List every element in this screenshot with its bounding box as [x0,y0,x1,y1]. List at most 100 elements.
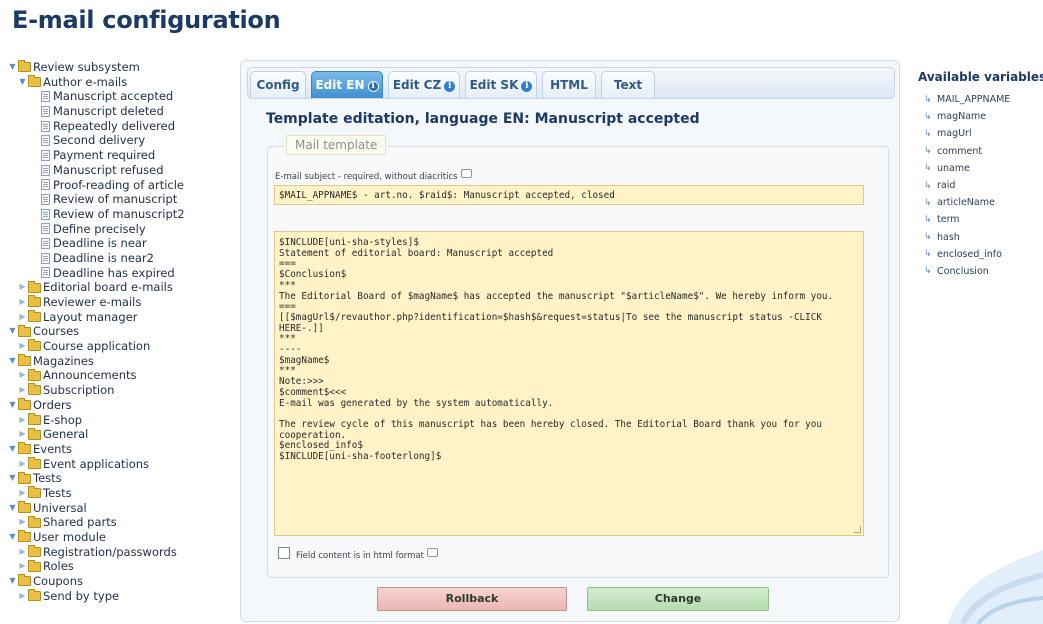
tab-html[interactable]: HTML [542,71,596,98]
variable-item[interactable]: ↳ comment [924,143,1010,160]
variable-item[interactable]: ↳ term [924,211,1010,228]
collapse-arrow-icon[interactable]: ▶ [18,457,27,472]
tree-item[interactable]: Payment required [8,148,238,163]
tree-folder[interactable]: ▼ Coupons [8,574,238,589]
expand-arrow-icon[interactable]: ▼ [8,60,17,75]
expand-arrow-icon[interactable]: ▼ [8,442,17,457]
collapse-arrow-icon[interactable]: ▶ [18,383,27,398]
variable-item[interactable]: ↳ magUrl [924,125,1010,142]
tab-edit-en[interactable]: Edit EN i [311,71,383,98]
variable-label: uname [937,162,970,174]
variable-item[interactable]: ↳ MAIL_APPNAME [924,91,1010,108]
tree-item[interactable]: Manuscript refused [8,163,238,178]
info-icon[interactable]: i [521,81,533,92]
tree-folder[interactable]: ▶ Subscription [8,383,238,398]
tab-edit-sk[interactable]: Edit SK i [465,71,537,98]
variable-item[interactable]: ↳ Conclusion [924,263,1010,280]
variable-icon: ↳ [924,180,932,191]
info-icon[interactable]: i [444,81,456,92]
tab-edit-cz[interactable]: Edit CZ i [388,71,460,98]
collapse-arrow-icon[interactable]: ▶ [18,280,27,295]
tree-folder[interactable]: ▼ Events [8,442,238,457]
tree-item[interactable]: Deadline is near [8,236,238,251]
collapse-arrow-icon[interactable]: ▶ [18,339,27,354]
collapse-arrow-icon[interactable]: ▶ [18,486,27,501]
tree-label: E-shop [43,412,83,427]
tab-config[interactable]: Config [250,71,306,98]
comment-icon[interactable] [426,548,438,557]
change-button[interactable]: Change [587,587,769,611]
tree-folder[interactable]: ▼ Author e-mails [8,75,238,90]
tree-folder[interactable]: ▶ Registration/passwords [8,545,238,560]
subject-input[interactable]: $MAIL_APPNAME$ - art.no. $raid$: Manuscr… [274,185,864,205]
collapse-arrow-icon[interactable]: ▶ [18,427,27,442]
variable-item[interactable]: ↳ hash [924,229,1010,246]
tree-item[interactable]: Define precisely [8,222,238,237]
collapse-arrow-icon[interactable]: ▶ [18,589,27,604]
expand-arrow-icon[interactable]: ▼ [18,75,27,90]
tree-folder[interactable]: ▶ E-shop [8,413,238,428]
tree-folder[interactable]: ▶ Tests [8,486,238,501]
tree-folder[interactable]: ▼ Magazines [8,354,238,369]
variable-item[interactable]: ↳ magName [924,108,1010,125]
tree-item[interactable]: Review of manuscript [8,192,238,207]
expand-arrow-icon[interactable]: ▼ [8,530,17,545]
tree-label: Deadline has expired [53,265,175,280]
tree-item[interactable]: Repeatedly delivered [8,119,238,134]
tree-folder[interactable]: ▼ Courses [8,324,238,339]
expand-arrow-icon[interactable]: ▼ [8,471,17,486]
expand-arrow-icon[interactable]: ▼ [8,501,17,516]
expand-arrow-icon[interactable]: ▼ [8,324,17,339]
collapse-arrow-icon[interactable]: ▶ [18,295,27,310]
variable-label: term [937,214,960,226]
variable-item[interactable]: ↳ uname [924,160,1010,177]
tree-folder[interactable]: ▶ Layout manager [8,310,238,325]
tree-folder[interactable]: ▶ Course application [8,339,238,354]
tree-item[interactable]: Second delivery [8,133,238,148]
expand-arrow-icon[interactable]: ▼ [8,574,17,589]
tree-folder[interactable]: ▶ Send by type [8,589,238,604]
tree-folder[interactable]: ▼ Review subsystem [8,60,238,75]
tree-folder[interactable]: ▼ User module [8,530,238,545]
mail-template-legend: Mail template [286,135,387,155]
tree-folder[interactable]: ▼ Universal [8,501,238,516]
resize-handle-icon[interactable] [854,526,861,533]
tree-item[interactable]: Deadline has expired [8,266,238,281]
tree-label: Announcements [43,368,137,383]
tree-item[interactable]: Proof-reading of article [8,178,238,193]
variable-item[interactable]: ↳ raid [924,177,1010,194]
tree-item[interactable]: Review of manuscript2 [8,207,238,222]
collapse-arrow-icon[interactable]: ▶ [18,545,27,560]
variable-item[interactable]: ↳ enclosed_info [924,246,1010,263]
body-textarea[interactable]: $INCLUDE[uni-sha-styles]$ Statement of e… [274,231,864,536]
tree-folder[interactable]: ▶ Editorial board e-mails [8,280,238,295]
folder-icon [28,486,41,499]
rollback-button[interactable]: Rollback [377,587,567,611]
variable-icon: ↳ [924,111,932,122]
tree-item[interactable]: Manuscript accepted [8,89,238,104]
collapse-arrow-icon[interactable]: ▶ [18,559,27,574]
html-format-checkbox[interactable] [278,547,290,559]
variable-item[interactable]: ↳ articleName [924,194,1010,211]
tab-text[interactable]: Text [601,71,655,98]
info-icon[interactable]: i [367,81,379,92]
comment-icon[interactable] [460,169,472,178]
collapse-arrow-icon[interactable]: ▶ [18,310,27,325]
expand-arrow-icon[interactable]: ▼ [8,398,17,413]
tree-folder[interactable]: ▶ Announcements [8,368,238,383]
tree-item[interactable]: Manuscript deleted [8,104,238,119]
collapse-arrow-icon[interactable]: ▶ [18,413,27,428]
tab-label: Edit CZ [392,78,442,92]
variable-label: hash [937,231,960,243]
tree-folder[interactable]: ▶ Shared parts [8,515,238,530]
tree-folder[interactable]: ▶ Event applications [8,457,238,472]
tree-folder[interactable]: ▶ Reviewer e-mails [8,295,238,310]
collapse-arrow-icon[interactable]: ▶ [18,368,27,383]
expand-arrow-icon[interactable]: ▼ [8,354,17,369]
tree-item[interactable]: Deadline is near2 [8,251,238,266]
tree-folder[interactable]: ▶ Roles [8,559,238,574]
tree-folder[interactable]: ▼ Tests [8,471,238,486]
tree-folder[interactable]: ▶ General [8,427,238,442]
tree-folder[interactable]: ▼ Orders [8,398,238,413]
collapse-arrow-icon[interactable]: ▶ [18,515,27,530]
